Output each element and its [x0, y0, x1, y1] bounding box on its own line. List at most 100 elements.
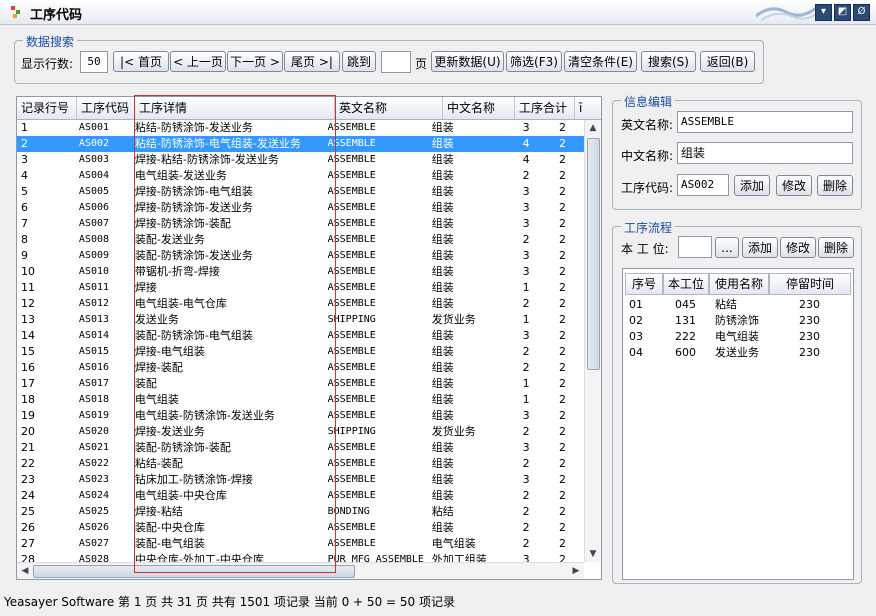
app-icon: [11, 6, 20, 18]
clear-button[interactable]: 清空条件(E): [564, 51, 637, 72]
table-cell: 组装: [431, 457, 454, 470]
table-cell: 2: [558, 553, 566, 562]
table-cell: 组装: [431, 377, 454, 390]
vertical-scroll-thumb[interactable]: [587, 138, 600, 370]
table-cell: 3: [522, 185, 530, 198]
close-button[interactable]: Ø: [853, 4, 870, 21]
table-cell: ASSEMBLE: [327, 362, 376, 373]
list-item[interactable]: 03 222 电气组装 230: [623, 329, 853, 345]
rows-input[interactable]: 50: [80, 51, 108, 73]
table-cell: 1: [21, 121, 28, 134]
info-delete-button[interactable]: 删除: [817, 175, 853, 196]
table-cell: 2: [558, 473, 566, 486]
table-cell: 组装: [431, 441, 454, 454]
table-cell: 2: [558, 457, 566, 470]
table-cell: 1: [522, 313, 530, 326]
scroll-right-icon[interactable]: ▶: [569, 564, 583, 578]
table-cell: 2: [558, 121, 566, 134]
table-cell: ASSEMBLE: [327, 330, 376, 341]
filter-button[interactable]: 筛选(F3): [506, 51, 562, 72]
cn-name-input[interactable]: 组装: [677, 142, 853, 164]
table-cell: 组装: [431, 169, 454, 182]
table-cell: 2: [558, 249, 566, 262]
flow-add-button[interactable]: 添加: [742, 237, 778, 258]
table-cell: 4: [522, 137, 530, 150]
table-cell: 2: [558, 137, 566, 150]
table-cell: 2: [522, 169, 530, 182]
en-name-input[interactable]: ASSEMBLE: [677, 111, 853, 133]
col-header-total[interactable]: 工序合计: [515, 97, 575, 119]
code-label: 工序代码:: [621, 181, 674, 195]
code-input[interactable]: AS002: [677, 174, 729, 196]
list-item[interactable]: 01 045 粘结 230: [623, 297, 853, 313]
list-item[interactable]: 02 131 防锈涂饰 230: [623, 313, 853, 329]
col-header-cn-name[interactable]: 中文名称: [443, 97, 515, 119]
search-button[interactable]: 搜索(S): [641, 51, 696, 72]
table-cell: 2: [522, 345, 530, 358]
table-cell: 2: [522, 297, 530, 310]
table-cell: 2: [558, 441, 566, 454]
table-cell: SHIPPING: [327, 426, 376, 437]
info-add-button[interactable]: 添加: [734, 175, 770, 196]
table-cell: 组装: [431, 249, 454, 262]
table-cell: ASSEMBLE: [327, 474, 376, 485]
table-cell: AS027: [78, 538, 110, 549]
scroll-down-icon[interactable]: ▼: [586, 547, 600, 561]
back-button[interactable]: 返回(B): [700, 51, 755, 72]
scroll-up-icon[interactable]: ▲: [586, 121, 600, 135]
vertical-scrollbar[interactable]: ▲ ▼: [584, 120, 601, 562]
col-header-code[interactable]: 工序代码: [77, 97, 135, 119]
jump-button[interactable]: 跳到: [342, 51, 376, 72]
col-header-en-name[interactable]: 英文名称: [335, 97, 443, 119]
flow-edit-button[interactable]: 修改: [780, 237, 816, 258]
last-page-button[interactable]: 尾页 >|: [284, 51, 340, 72]
decorative-wave-icon: [756, 6, 816, 21]
en-name-label: 英文名称:: [621, 118, 674, 132]
flow-col-seq[interactable]: 序号: [625, 273, 663, 295]
station-input[interactable]: [678, 236, 712, 258]
table-cell: ASSEMBLE: [327, 138, 376, 149]
next-page-button[interactable]: 下一页 >: [227, 51, 283, 72]
table-cell: ASSEMBLE: [327, 346, 376, 357]
flow-col-station[interactable]: 本工位: [663, 273, 709, 295]
table-cell: ASSEMBLE: [327, 122, 376, 133]
table-cell: 2: [522, 425, 530, 438]
flow-col-time[interactable]: 停留时间: [769, 273, 851, 295]
prev-page-button[interactable]: < 上一页: [170, 51, 226, 72]
flow-col-name[interactable]: 使用名称: [709, 273, 769, 295]
list-cell: 粘结: [715, 298, 737, 311]
col-header-extra[interactable]: ī: [575, 97, 601, 119]
col-header-row-no[interactable]: 记录行号: [17, 97, 77, 119]
list-cell: 发送业务: [715, 346, 759, 359]
first-page-button[interactable]: |< 首页: [113, 51, 169, 72]
table-cell: AS018: [78, 394, 110, 405]
table-cell: 3: [522, 553, 530, 562]
refresh-button[interactable]: 更新数据(U): [431, 51, 504, 72]
table-cell: 2: [558, 265, 566, 278]
table-cell: 13: [21, 313, 35, 326]
flow-delete-button[interactable]: 删除: [818, 237, 854, 258]
table-cell: 3: [522, 201, 530, 214]
maximize-button[interactable]: ◩: [834, 4, 851, 21]
browse-button[interactable]: ...: [715, 237, 739, 258]
table-cell: ASSEMBLE: [327, 298, 376, 309]
table-cell: 2: [558, 233, 566, 246]
table-cell: 组装: [431, 489, 454, 502]
table-cell: 14: [21, 329, 35, 342]
table-cell: 组装: [431, 393, 454, 406]
info-edit-button[interactable]: 修改: [776, 175, 812, 196]
jump-input[interactable]: [381, 51, 411, 73]
table-cell: 21: [21, 441, 35, 454]
list-item[interactable]: 04 600 发送业务 230: [623, 345, 853, 361]
scroll-left-icon[interactable]: ◀: [18, 564, 32, 578]
minimize-button[interactable]: ▾: [815, 4, 832, 21]
detail-column-highlight: [134, 95, 336, 573]
table-cell: 11: [21, 281, 35, 294]
list-cell: 222: [675, 330, 696, 343]
table-cell: 4: [21, 169, 28, 182]
table-cell: 2: [522, 233, 530, 246]
flow-grid[interactable]: 序号 本工位 使用名称 停留时间 01 045 粘结 230 02 131 防锈涂饰 230 0…: [622, 268, 854, 580]
station-label: 本 工 位:: [621, 242, 669, 256]
table-cell: AS028: [78, 554, 110, 562]
table-cell: AS026: [78, 522, 110, 533]
